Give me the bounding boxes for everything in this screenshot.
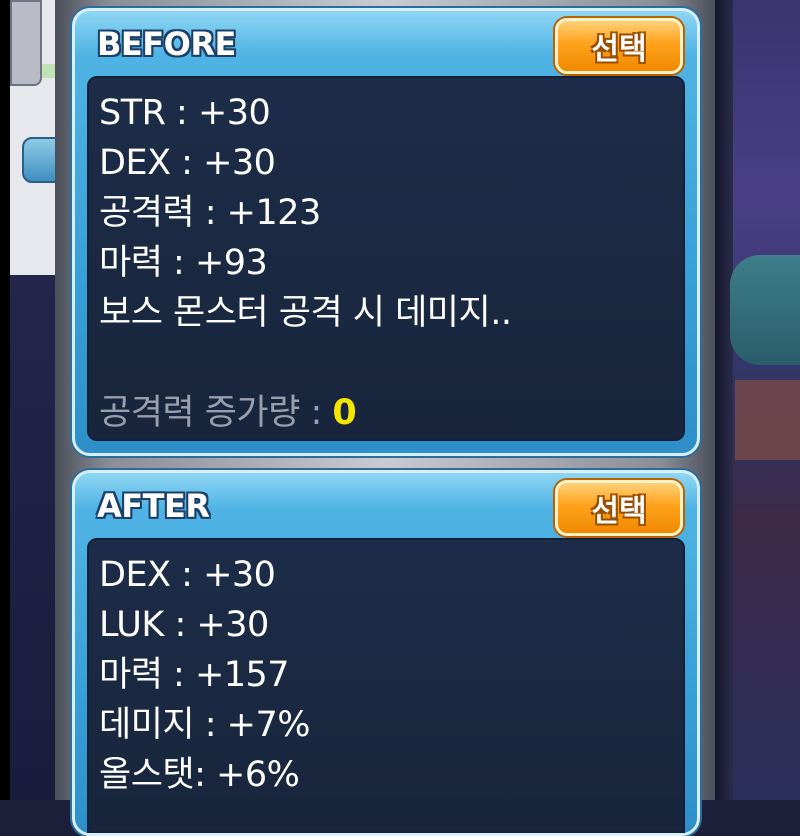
- before-option-card: BEFORE 선택 STR : +30 DEX : +30 공격력 : +123…: [72, 8, 700, 456]
- before-select-button[interactable]: 선택: [555, 18, 683, 74]
- attack-increase-label: 공격력 증가량 :: [99, 393, 333, 433]
- before-stat-line: DEX : +30: [99, 143, 276, 183]
- before-stat-spacer: [99, 338, 683, 388]
- after-option-card: AFTER 선택 DEX : +30 LUK : +30 마력 : +157 데…: [72, 470, 700, 836]
- before-stat-line: 보스 몬스터 공격 시 데미지..: [99, 293, 512, 333]
- background-ui-box: [10, 0, 42, 86]
- attack-increase-value: 0: [332, 393, 357, 433]
- background-edge: [0, 0, 10, 800]
- after-stat-line: 올스탯: +6%: [99, 755, 300, 795]
- after-stat-list: DEX : +30 LUK : +30 마력 : +157 데미지 : +7% …: [87, 538, 685, 833]
- after-title: AFTER: [97, 487, 210, 525]
- before-stat-line: 공격력 : +123: [99, 193, 321, 233]
- background-right: [715, 0, 800, 800]
- background-scenery-teal: [730, 255, 800, 365]
- after-stat-line: DEX : +30: [99, 555, 276, 595]
- before-stat-line: STR : +30: [99, 93, 271, 133]
- after-stat-line: LUK : +30: [99, 605, 269, 645]
- after-select-button[interactable]: 선택: [555, 480, 683, 536]
- before-title: BEFORE: [97, 25, 236, 63]
- after-stat-line: 데미지 : +7%: [99, 705, 311, 745]
- attack-increase-summary: 공격력 증가량 : 0: [99, 388, 683, 438]
- before-stat-line: 마력 : +93: [99, 243, 268, 283]
- before-stat-list: STR : +30 DEX : +30 공격력 : +123 마력 : +93 …: [87, 76, 685, 441]
- background-scenery-rust: [735, 380, 800, 460]
- background-frame-edge: [715, 0, 733, 800]
- after-stat-line: 마력 : +157: [99, 655, 290, 695]
